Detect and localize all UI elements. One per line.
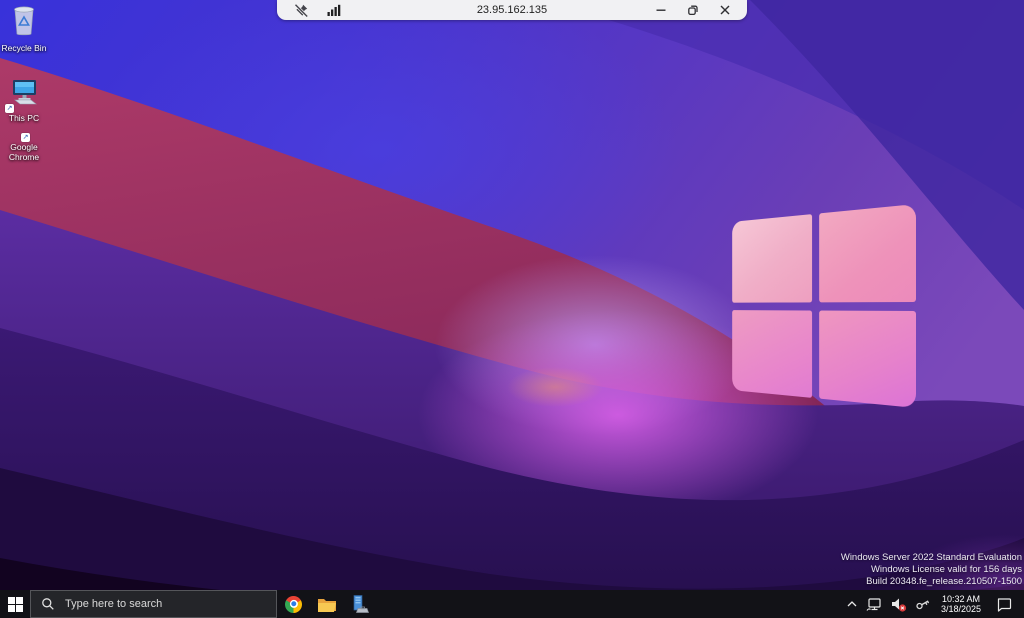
tray-expand-button[interactable] bbox=[843, 590, 861, 618]
network-status-button[interactable] bbox=[863, 590, 885, 618]
signal-strength-icon[interactable] bbox=[327, 4, 342, 16]
volume-muted-icon bbox=[890, 597, 907, 612]
taskbar-search[interactable] bbox=[30, 590, 277, 618]
watermark-line: Windows Server 2022 Standard Evaluation bbox=[841, 552, 1022, 564]
minimize-button[interactable] bbox=[645, 0, 677, 20]
connection-bar: 23.95.162.135 bbox=[277, 0, 747, 20]
windows-logo-pane bbox=[732, 310, 812, 398]
taskbar-app-server-manager[interactable] bbox=[343, 590, 376, 618]
search-icon bbox=[41, 597, 55, 611]
chrome-icon bbox=[285, 596, 302, 613]
desktop-icon-google-chrome[interactable]: Google Chrome bbox=[0, 140, 48, 162]
license-watermark: Windows Server 2022 Standard Evaluation … bbox=[841, 552, 1022, 588]
clock-date: 3/18/2025 bbox=[936, 604, 986, 615]
taskbar-empty-area[interactable] bbox=[376, 590, 843, 618]
shortcut-arrow-icon bbox=[21, 133, 30, 142]
windows-logo-pane bbox=[819, 310, 916, 408]
restore-button[interactable] bbox=[677, 0, 709, 20]
file-explorer-icon bbox=[317, 596, 337, 613]
minimize-icon bbox=[654, 3, 668, 17]
restore-icon bbox=[686, 3, 700, 17]
remote-desktop-screen: Recycle Bin This PC bbox=[0, 0, 1024, 618]
windows-start-icon bbox=[8, 597, 23, 612]
system-tray: 10:32 AM 3/18/2025 bbox=[843, 590, 1024, 618]
clock-time: 10:32 AM bbox=[936, 594, 986, 605]
watermark-line: Build 20348.fe_release.210507-1500 bbox=[841, 576, 1022, 588]
unpin-icon bbox=[294, 3, 309, 18]
desktop-icon-this-pc[interactable]: This PC bbox=[0, 78, 48, 123]
server-manager-icon bbox=[349, 595, 370, 614]
windows-logo bbox=[732, 204, 916, 408]
taskbar: 10:32 AM 3/18/2025 bbox=[0, 590, 1024, 618]
network-icon bbox=[866, 597, 882, 612]
chevron-up-icon bbox=[846, 600, 858, 608]
unpin-button[interactable] bbox=[294, 0, 309, 20]
taskbar-clock[interactable]: 10:32 AM 3/18/2025 bbox=[936, 594, 986, 615]
windows-logo-pane bbox=[819, 204, 916, 302]
key-icon bbox=[915, 597, 931, 611]
close-icon bbox=[718, 3, 732, 17]
desktop-icon-label: Recycle Bin bbox=[0, 43, 48, 53]
action-center-icon bbox=[996, 597, 1012, 612]
watermark-line: Windows License valid for 156 days bbox=[841, 564, 1022, 576]
desktop-icon-label: This PC bbox=[0, 113, 48, 123]
search-input[interactable] bbox=[63, 597, 276, 611]
taskbar-app-file-explorer[interactable] bbox=[310, 590, 343, 618]
start-button[interactable] bbox=[0, 590, 30, 618]
desktop-icon-recycle-bin[interactable]: Recycle Bin bbox=[0, 3, 48, 53]
close-button[interactable] bbox=[709, 0, 741, 20]
shortcut-arrow-icon bbox=[5, 104, 14, 113]
this-pc-icon bbox=[8, 78, 40, 111]
taskbar-app-chrome[interactable] bbox=[277, 590, 310, 618]
windows-logo-pane bbox=[732, 214, 812, 302]
key-tray-button[interactable] bbox=[912, 590, 934, 618]
action-center-button[interactable] bbox=[988, 590, 1020, 618]
volume-muted-button[interactable] bbox=[887, 590, 910, 618]
desktop-icon-label: Google Chrome bbox=[0, 142, 48, 162]
recycle-bin-icon bbox=[10, 3, 38, 41]
